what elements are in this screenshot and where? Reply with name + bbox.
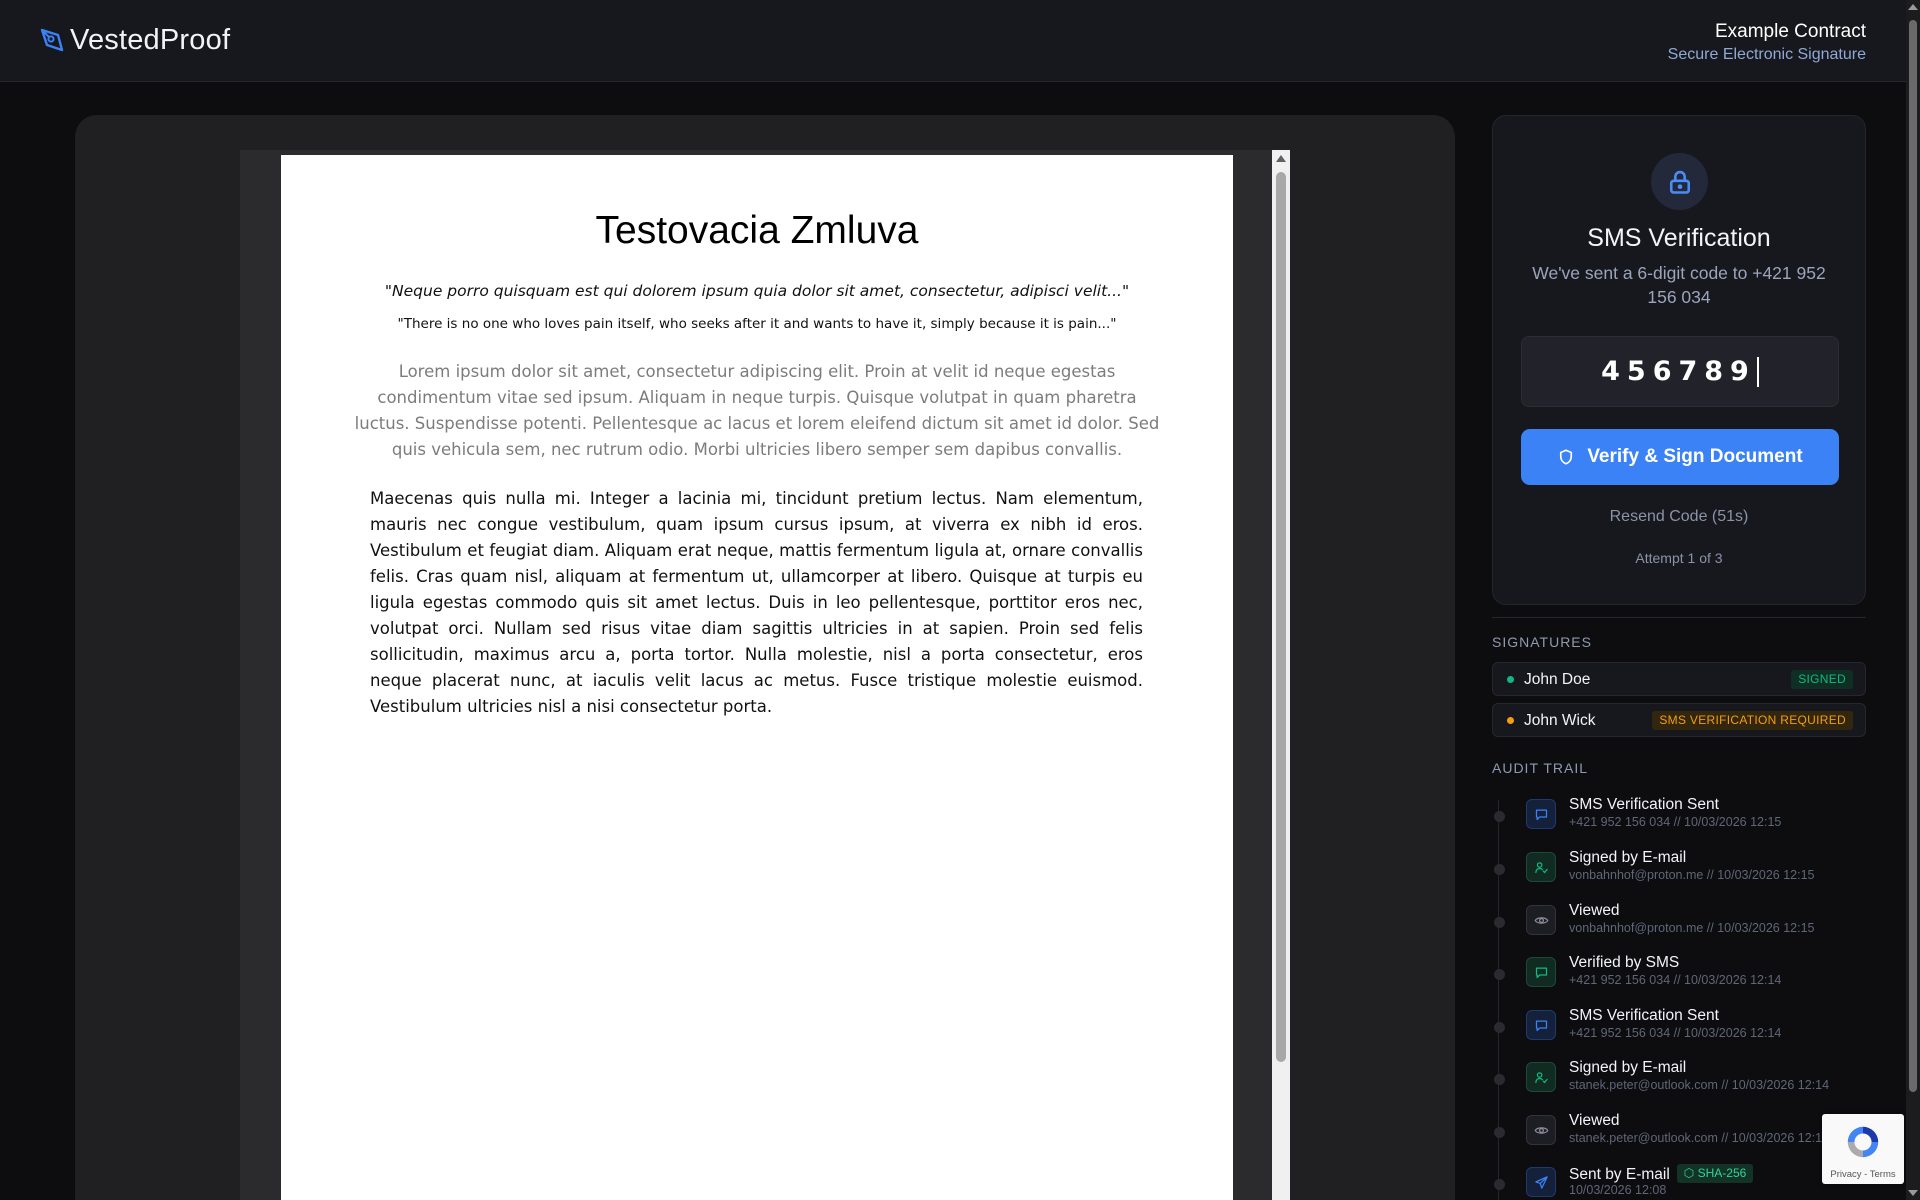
audit-title: SMS Verification Sent: [1569, 796, 1719, 813]
audit-detail: stanek.peter@outlook.com // 10/03/2026 1…: [1569, 1131, 1830, 1145]
audit-detail: +421 952 156 034 // 10/03/2026 12:14: [1569, 1026, 1782, 1040]
timeline-dot: [1494, 811, 1505, 822]
timeline-dot: [1494, 1179, 1505, 1190]
audit-title: SMS Verification Sent: [1569, 1007, 1719, 1024]
lock-icon: [1651, 153, 1708, 210]
timeline-dot: [1494, 1074, 1505, 1085]
signer-name: John Wick: [1524, 712, 1596, 729]
scroll-up-icon[interactable]: [1276, 155, 1286, 162]
eye-icon: [1526, 905, 1556, 935]
recaptcha-links[interactable]: Privacy - Terms: [1822, 1169, 1904, 1180]
user-check-icon: [1526, 1062, 1556, 1092]
timeline-dot: [1494, 1022, 1505, 1033]
user-check-icon: [1526, 852, 1556, 882]
text-cursor: [1756, 356, 1759, 387]
sms-code-input[interactable]: 456789: [1521, 336, 1839, 407]
audit-item: Signed by E-mail stanek.peter@outlook.co…: [1492, 1059, 1866, 1112]
viewer-scroll-thumb[interactable]: [1276, 172, 1286, 1062]
document-paragraph-gray: Lorem ipsum dolor sit amet, consectetur …: [354, 362, 1160, 459]
resend-code-link[interactable]: Resend Code (51s): [1493, 508, 1865, 526]
send-icon: [1526, 1167, 1556, 1197]
audit-detail: 10/03/2026 12:08: [1569, 1183, 1667, 1197]
recaptcha-badge[interactable]: Privacy - Terms: [1822, 1114, 1904, 1184]
section-divider: [1492, 617, 1866, 618]
document-quote-italic: "Neque porro quisquam est qui dolorem ip…: [384, 282, 1130, 300]
sms-code-value: 456789: [1601, 356, 1756, 387]
audit-item: SMS Verification Sent +421 952 156 034 /…: [1492, 796, 1866, 849]
viewer-scrollbar[interactable]: [1272, 150, 1290, 1200]
pen-nib-icon: [40, 28, 64, 51]
brand-logo[interactable]: VestedProof: [38, 24, 230, 57]
audit-detail: vonbahnhof@proton.me // 10/03/2026 12:15: [1569, 868, 1815, 882]
audit-item: Viewed vonbahnhof@proton.me // 10/03/202…: [1492, 902, 1866, 955]
audit-title: Verified by SMS: [1569, 954, 1680, 971]
status-dot: [1507, 717, 1514, 724]
document-name: Example Contract: [1714, 21, 1866, 42]
signer-name: John Doe: [1524, 671, 1591, 688]
timeline-dot: [1494, 917, 1505, 928]
page-scrollbar[interactable]: [1906, 0, 1920, 1200]
audit-item: SMS Verification Sent +421 952 156 034 /…: [1492, 1007, 1866, 1060]
sms-verification-card: SMS Verification We've sent a 6-digit co…: [1492, 115, 1866, 605]
signature-row: John Doe SIGNED: [1492, 662, 1866, 696]
status-badge: SMS VERIFICATION REQUIRED: [1652, 711, 1853, 730]
audit-detail: +421 952 156 034 // 10/03/2026 12:14: [1569, 973, 1782, 987]
audit-title: Viewed: [1569, 902, 1620, 919]
scroll-up-icon[interactable]: [1908, 4, 1918, 10]
status-dot: [1507, 676, 1514, 683]
eye-icon: [1526, 1115, 1556, 1145]
audit-title-text: Sent by E-mail: [1569, 1166, 1670, 1183]
audit-detail: vonbahnhof@proton.me // 10/03/2026 12:15: [1569, 921, 1815, 935]
audit-detail: stanek.peter@outlook.com // 10/03/2026 1…: [1569, 1078, 1830, 1092]
brand-name: VestedProof: [70, 24, 231, 56]
audit-title: Viewed: [1569, 1112, 1620, 1129]
audit-detail: +421 952 156 034 // 10/03/2026 12:15: [1569, 815, 1782, 829]
message-icon: [1526, 1010, 1556, 1040]
sms-title: SMS Verification: [1587, 224, 1771, 252]
audit-title: Signed by E-mail: [1569, 1059, 1687, 1076]
sms-description: We've sent a 6-digit code to +421 952 15…: [1532, 263, 1826, 307]
document-paragraph-body: Maecenas quis nulla mi. Integer a lacini…: [370, 489, 1143, 716]
signatures-heading: SIGNATURES: [1492, 634, 1592, 650]
audit-title: Signed by E-mail: [1569, 849, 1687, 866]
top-header: VestedProof Example Contract Secure Elec…: [0, 0, 1906, 82]
document-quote: "There is no one who loves pain itself, …: [397, 316, 1117, 332]
audit-item: Verified by SMS +421 952 156 034 // 10/0…: [1492, 954, 1866, 1007]
document-title: Testovacia Zmluva: [595, 209, 919, 252]
message-icon: [1526, 799, 1556, 829]
sha-badge: ⬡ SHA-256: [1676, 1164, 1754, 1183]
audit-trail-heading: AUDIT TRAIL: [1492, 760, 1589, 776]
timeline-dot: [1494, 864, 1505, 875]
verify-sign-button[interactable]: Verify & Sign Document: [1521, 429, 1839, 485]
audit-item: Signed by E-mail vonbahnhof@proton.me //…: [1492, 849, 1866, 902]
document-heading: Example Contract Secure Electronic Signa…: [1668, 21, 1866, 64]
recaptcha-icon: [1847, 1126, 1879, 1158]
timeline-dot: [1494, 969, 1505, 980]
audit-item: Sent by E-mail ⬡ SHA-256 10/03/2026 12:08: [1492, 1164, 1866, 1200]
document-page: Testovacia Zmluva "Neque porro quisquam …: [281, 155, 1233, 1200]
audit-item: Viewed stanek.peter@outlook.com // 10/03…: [1492, 1112, 1866, 1165]
attempt-counter: Attempt 1 of 3: [1635, 550, 1723, 566]
signature-row: John Wick SMS VERIFICATION REQUIRED: [1492, 703, 1866, 737]
document-subtitle: Secure Electronic Signature: [1667, 46, 1866, 63]
timeline-dot: [1494, 1127, 1505, 1138]
message-icon: [1526, 957, 1556, 987]
status-badge: SIGNED: [1791, 670, 1853, 689]
verify-sign-label: Verify & Sign Document: [1587, 446, 1803, 467]
audit-title: Sent by E-mail ⬡ SHA-256: [1569, 1164, 1754, 1184]
page-scroll-thumb[interactable]: [1909, 20, 1917, 1092]
sha-badge-label: SHA-256: [1697, 1166, 1747, 1180]
shield-icon: [1560, 449, 1573, 465]
scroll-down-icon[interactable]: [1908, 1190, 1918, 1196]
